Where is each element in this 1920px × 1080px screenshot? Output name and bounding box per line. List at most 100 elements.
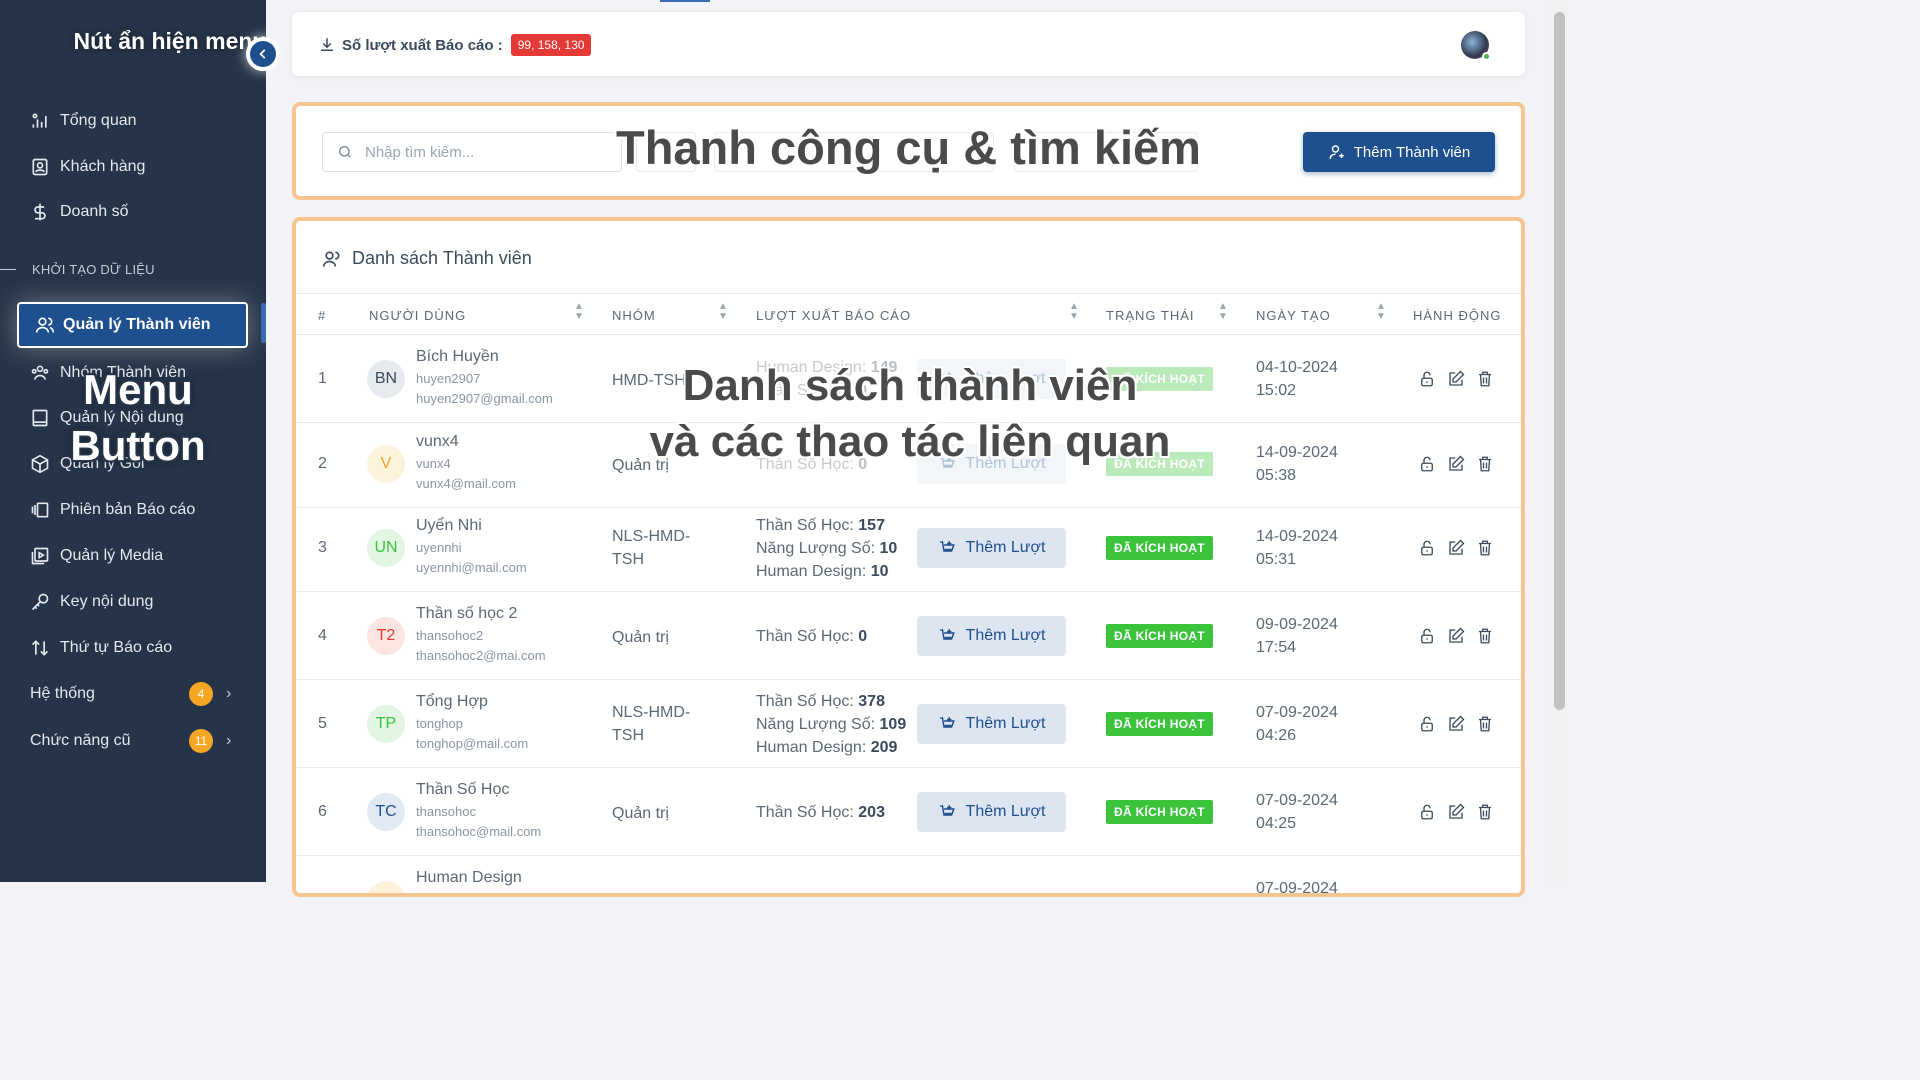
sort-icon[interactable]: ▲ ▼ xyxy=(1218,302,1229,322)
lock-icon[interactable] xyxy=(1418,715,1436,733)
trash-icon[interactable] xyxy=(1476,627,1494,645)
edit-icon[interactable] xyxy=(1447,803,1465,821)
created-day: 07-09-2024 xyxy=(1256,704,1338,721)
sidebar-item-report-order[interactable]: Thứ tự Báo cáo xyxy=(30,636,172,660)
export-stat-line: Thần Số Học: 157 xyxy=(756,514,897,537)
list-note-line: và các thao tác liên quan xyxy=(649,417,1171,466)
column-header-created[interactable]: NGÀY TẠO xyxy=(1256,308,1331,323)
edit-icon[interactable] xyxy=(1447,715,1465,733)
user-name: Human Design xyxy=(416,869,522,886)
trash-icon[interactable] xyxy=(1476,539,1494,557)
page-scrollbar[interactable] xyxy=(1551,0,1568,882)
sort-icon[interactable]: ▲ ▼ xyxy=(1376,302,1387,322)
user-name: vunx4 xyxy=(416,433,459,450)
export-label: Số lượt xuất Báo cáo : xyxy=(342,36,503,54)
table-row: 4 T2 Thần số học 2 thansohoc2 thansohoc2@mai… xyxy=(296,592,1521,680)
created-day: 07-09-2024 xyxy=(1256,880,1338,897)
cart-icon xyxy=(939,541,955,552)
user-name: Thần Số Học xyxy=(416,781,510,798)
lock-icon[interactable] xyxy=(1418,455,1436,473)
created-date: 14-09-2024 05:38 xyxy=(1256,441,1338,487)
stat-label: Thần Số Học: xyxy=(756,516,854,534)
edit-icon[interactable] xyxy=(1447,370,1465,388)
sidebar-item-label: Chức năng cũ xyxy=(30,732,131,749)
export-stat-line: Human Design: 10 xyxy=(756,560,897,583)
export-stats: Thần Số Học: 157 Năng Lượng Số: 10 Human D… xyxy=(756,514,897,583)
lock-icon[interactable] xyxy=(1418,539,1436,557)
group-icon xyxy=(31,365,49,380)
lock-icon[interactable] xyxy=(1418,803,1436,821)
user-email: tonghop@mail.com xyxy=(416,736,529,751)
table-header: # NGƯỜI DÙNG ▲ ▼ NHÓM ▲ ▼ LƯỢT XUẤT BÁO CÁ… xyxy=(296,293,1521,335)
user-avatar-initials: BN xyxy=(367,360,405,398)
add-quota-button[interactable]: Thêm Lượt xyxy=(917,616,1066,656)
sidebar-item-overview[interactable]: Tổng quan xyxy=(30,109,137,133)
sidebar-item-content-keys[interactable]: Key nội dung xyxy=(30,590,153,614)
add-member-button[interactable]: Thêm Thành viên xyxy=(1303,132,1495,172)
column-header-status[interactable]: TRẠNG THÁI xyxy=(1106,308,1195,323)
sidebar-item-members[interactable]: Quản lý Thành viên xyxy=(17,302,248,348)
created-time: 15:02 xyxy=(1256,382,1297,399)
created-time: 05:38 xyxy=(1256,467,1297,484)
add-quota-button[interactable]: Thêm Lượt xyxy=(917,704,1066,744)
sidebar-item-system[interactable]: Hệ thống 4 › xyxy=(30,682,260,706)
trash-icon[interactable] xyxy=(1476,803,1494,821)
cart-icon xyxy=(939,717,955,728)
row-index: 4 xyxy=(318,627,327,644)
user-name: Bích Huyền xyxy=(416,348,499,365)
dollar-icon xyxy=(34,203,46,221)
member-list-card: Danh sách Thành viên # NGƯỜI DÙNG ▲ ▼ NHÓ… xyxy=(292,217,1525,897)
sidebar-item-customers[interactable]: Khách hàng xyxy=(30,155,145,179)
trash-icon[interactable] xyxy=(1476,370,1494,388)
user-avatar-initials: HD xyxy=(367,881,405,893)
created-time: 17:54 xyxy=(1256,639,1297,656)
sort-icon[interactable]: ▲ ▼ xyxy=(574,302,585,322)
column-header-group[interactable]: NHÓM xyxy=(612,308,656,323)
user-avatar-initials: TP xyxy=(367,705,405,743)
lock-icon[interactable] xyxy=(1418,370,1436,388)
sidebar-toggle-button[interactable] xyxy=(246,37,280,71)
sort-icon[interactable]: ▲ ▼ xyxy=(718,302,729,322)
add-quota-button[interactable]: Thêm Lượt xyxy=(917,792,1066,832)
sidebar-item-revenue[interactable]: Doanh số xyxy=(30,200,129,224)
user-email: uyennhi@mail.com xyxy=(416,560,527,575)
created-time: 05:31 xyxy=(1256,551,1297,568)
row-index: 2 xyxy=(318,455,327,472)
table-row: 5 TP Tổng Hợp tonghop tonghop@mail.com NLS-HM… xyxy=(296,680,1521,768)
notification-badge: 4 xyxy=(189,682,213,706)
trash-icon[interactable] xyxy=(1476,715,1494,733)
row-actions xyxy=(1418,627,1494,645)
user-name: Thần số học 2 xyxy=(416,605,518,622)
add-quota-button[interactable]: Thêm Lượt xyxy=(917,528,1066,568)
list-title: Danh sách Thành viên xyxy=(322,248,532,269)
user-group: Quản trị xyxy=(612,629,669,646)
sidebar-item-label: Thứ tự Báo cáo xyxy=(60,639,173,656)
lock-icon[interactable] xyxy=(1418,627,1436,645)
section-divider xyxy=(0,269,16,270)
export-count-badge: 99, 158, 130 xyxy=(510,34,592,56)
sort-icon[interactable]: ▲ ▼ xyxy=(1069,302,1080,322)
export-stat-line: Thần Số Học: 203 xyxy=(756,801,885,824)
sidebar-item-report-versions[interactable]: Phiên bản Báo cáo xyxy=(30,498,195,522)
stat-label: Thần Số Học: xyxy=(756,692,854,710)
edit-icon[interactable] xyxy=(1447,455,1465,473)
sidebar-item-media[interactable]: Quản lý Media xyxy=(30,544,163,568)
sidebar-item-label: Key nội dung xyxy=(60,593,154,610)
edit-icon[interactable] xyxy=(1447,539,1465,557)
add-quota-label: Thêm Lượt xyxy=(965,627,1046,644)
user-name: Tổng Hợp xyxy=(416,693,488,710)
add-member-label: Thêm Thành viên xyxy=(1353,143,1471,161)
stat-value: 157 xyxy=(858,516,885,534)
trash-icon[interactable] xyxy=(1476,455,1494,473)
export-stat-line: Năng Lượng Số: 109 xyxy=(756,713,906,736)
search-input[interactable]: Nhập tìm kiếm... xyxy=(322,132,622,172)
scrollbar-thumb[interactable] xyxy=(1554,12,1565,710)
edit-icon[interactable] xyxy=(1447,627,1465,645)
user-avatar[interactable] xyxy=(1461,31,1491,61)
stat-label: Năng Lượng Số: xyxy=(756,539,876,557)
sidebar-item-legacy[interactable]: Chức năng cũ 11 › xyxy=(30,729,260,753)
column-header-user[interactable]: NGƯỜI DÙNG xyxy=(369,308,466,323)
created-day: 14-09-2024 xyxy=(1256,528,1338,545)
cart-icon xyxy=(939,629,955,640)
column-header-exports[interactable]: LƯỢT XUẤT BÁO CÁO xyxy=(756,308,911,323)
